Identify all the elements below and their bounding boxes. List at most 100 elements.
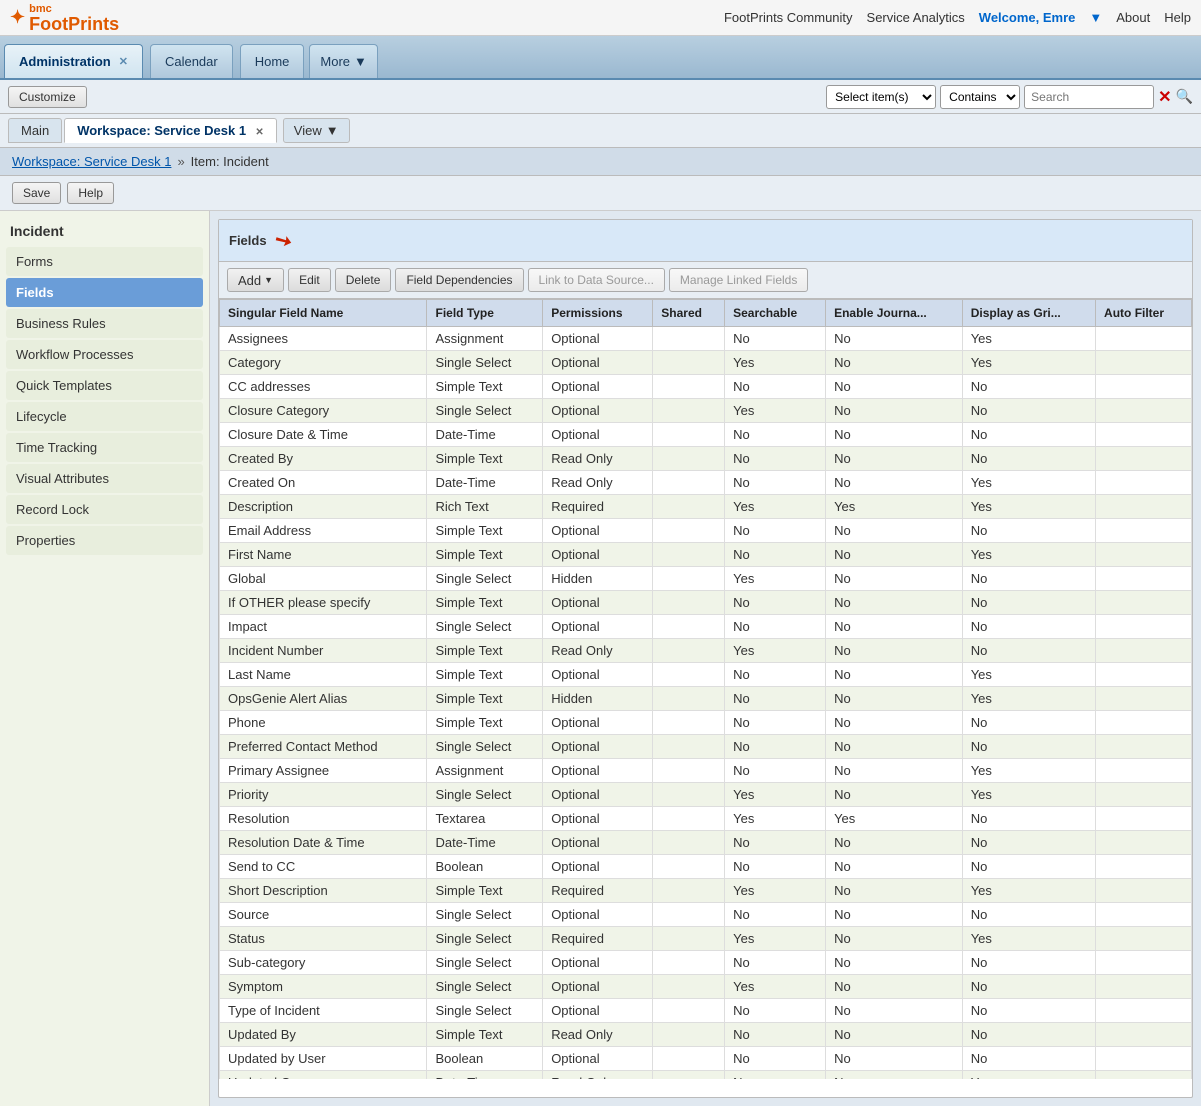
search-clear-button[interactable]: ✕ [1158, 87, 1171, 107]
col-field-name: Singular Field Name [220, 300, 427, 327]
help-button[interactable]: Help [67, 182, 114, 204]
subtab-workspace[interactable]: Workspace: Service Desk 1 ✕ [64, 118, 277, 143]
welcome-link[interactable]: Welcome, Emre [979, 10, 1076, 25]
link-to-ds-button[interactable]: Link to Data Source... [528, 268, 665, 292]
table-row[interactable]: Updated BySimple TextRead OnlyNoNoNo [220, 1023, 1192, 1047]
table-row[interactable]: If OTHER please specifySimple TextOption… [220, 591, 1192, 615]
table-row[interactable]: GlobalSingle SelectHiddenYesNoNo [220, 567, 1192, 591]
tab-home[interactable]: Home [240, 44, 305, 78]
add-dropdown-icon: ▼ [264, 275, 273, 285]
table-row[interactable]: Created OnDate-TimeRead OnlyNoNoYes [220, 471, 1192, 495]
community-link[interactable]: FootPrints Community [724, 10, 853, 25]
table-row[interactable]: SourceSingle SelectOptionalNoNoNo [220, 903, 1192, 927]
table-row[interactable]: Short DescriptionSimple TextRequiredYesN… [220, 879, 1192, 903]
content-toolbar: Add ▼ Edit Delete Field Dependencies Lin… [219, 262, 1192, 299]
table-row[interactable]: Sub-categorySingle SelectOptionalNoNoNo [220, 951, 1192, 975]
col-shared: Shared [653, 300, 725, 327]
table-row[interactable]: SymptomSingle SelectOptionalYesNoNo [220, 975, 1192, 999]
table-row[interactable]: ResolutionTextareaOptionalYesYesNo [220, 807, 1192, 831]
sidebar-item-visual-attributes[interactable]: Visual Attributes [6, 464, 203, 493]
search-area: Select item(s) Contains ✕ 🔍 [826, 85, 1193, 109]
breadcrumb-current: Item: Incident [191, 154, 269, 169]
subtab-close-workspace[interactable]: ✕ [255, 127, 263, 138]
breadcrumb-link[interactable]: Workspace: Service Desk 1 [12, 154, 171, 169]
table-row[interactable]: Incident NumberSimple TextRead OnlyYesNo… [220, 639, 1192, 663]
sidebar-item-lifecycle[interactable]: Lifecycle [6, 402, 203, 431]
help-link[interactable]: Help [1164, 10, 1191, 25]
main-content: Incident FormsFieldsBusiness RulesWorkfl… [0, 211, 1201, 1106]
subtab-main[interactable]: Main [8, 118, 62, 143]
table-row[interactable]: First NameSimple TextOptionalNoNoYes [220, 543, 1192, 567]
sidebar: Incident FormsFieldsBusiness RulesWorkfl… [0, 211, 210, 1106]
tab-bar: Administration ✕ Calendar Home More ▼ [0, 36, 1201, 80]
top-bar: ✦ bmc FootPrints FootPrints Community Se… [0, 0, 1201, 36]
breadcrumb: Workspace: Service Desk 1 » Item: Incide… [0, 148, 1201, 176]
fields-header: Fields ➘ [219, 220, 1192, 262]
delete-button[interactable]: Delete [335, 268, 392, 292]
search-select-dropdown[interactable]: Select item(s) [826, 85, 936, 109]
sidebar-item-properties[interactable]: Properties [6, 526, 203, 555]
table-row[interactable]: Preferred Contact MethodSingle SelectOpt… [220, 735, 1192, 759]
main-toolbar: Customize Select item(s) Contains ✕ 🔍 [0, 80, 1201, 114]
sidebar-item-workflow-processes[interactable]: Workflow Processes [6, 340, 203, 369]
about-link[interactable]: About [1116, 10, 1150, 25]
sidebar-item-quick-templates[interactable]: Quick Templates [6, 371, 203, 400]
col-field-type: Field Type [427, 300, 543, 327]
fields-table-container: Singular Field Name Field Type Permissio… [219, 299, 1192, 1079]
col-permissions: Permissions [543, 300, 653, 327]
arrow-indicator: ➘ [269, 225, 296, 255]
tab-administration[interactable]: Administration ✕ [4, 44, 143, 78]
table-row[interactable]: Email AddressSimple TextOptionalNoNoNo [220, 519, 1192, 543]
sidebar-item-fields[interactable]: Fields [6, 278, 203, 307]
save-button[interactable]: Save [12, 182, 61, 204]
action-bar: Save Help [0, 176, 1201, 211]
table-row[interactable]: Updated OnDate-TimeRead OnlyNoNoYes [220, 1071, 1192, 1080]
table-row[interactable]: PrioritySingle SelectOptionalYesNoYes [220, 783, 1192, 807]
table-row[interactable]: ImpactSingle SelectOptionalNoNoNo [220, 615, 1192, 639]
table-row[interactable]: OpsGenie Alert AliasSimple TextHiddenNoN… [220, 687, 1192, 711]
table-row[interactable]: CC addressesSimple TextOptionalNoNoNo [220, 375, 1192, 399]
table-row[interactable]: Last NameSimple TextOptionalNoNoYes [220, 663, 1192, 687]
welcome-dropdown-icon[interactable]: ▼ [1089, 10, 1102, 25]
analytics-link[interactable]: Service Analytics [867, 10, 965, 25]
sidebar-item-business-rules[interactable]: Business Rules [6, 309, 203, 338]
content-area: Fields ➘ Add ▼ Edit Delete Field Depende… [218, 219, 1193, 1098]
customize-button[interactable]: Customize [8, 86, 87, 108]
contains-dropdown[interactable]: Contains [940, 85, 1020, 109]
sidebar-item-record-lock[interactable]: Record Lock [6, 495, 203, 524]
edit-button[interactable]: Edit [288, 268, 331, 292]
search-go-button[interactable]: 🔍 [1176, 88, 1193, 105]
add-button[interactable]: Add ▼ [227, 268, 284, 292]
table-row[interactable]: Type of IncidentSingle SelectOptionalNoN… [220, 999, 1192, 1023]
table-row[interactable]: Updated by UserBooleanOptionalNoNoNo [220, 1047, 1192, 1071]
fields-title: Fields [229, 233, 267, 248]
logo: ✦ bmc FootPrints [10, 3, 119, 33]
tab-calendar[interactable]: Calendar [150, 44, 233, 78]
table-row[interactable]: Created BySimple TextRead OnlyNoNoNo [220, 447, 1192, 471]
sidebar-title: Incident [6, 217, 203, 247]
table-row[interactable]: Closure CategorySingle SelectOptionalYes… [220, 399, 1192, 423]
tab-close-administration[interactable]: ✕ [119, 55, 128, 68]
table-row[interactable]: DescriptionRich TextRequiredYesYesYes [220, 495, 1192, 519]
sidebar-item-time-tracking[interactable]: Time Tracking [6, 433, 203, 462]
table-row[interactable]: AssigneesAssignmentOptionalNoNoYes [220, 327, 1192, 351]
table-row[interactable]: Closure Date & TimeDate-TimeOptionalNoNo… [220, 423, 1192, 447]
table-row[interactable]: CategorySingle SelectOptionalYesNoYes [220, 351, 1192, 375]
col-searchable: Searchable [725, 300, 826, 327]
manage-linked-button[interactable]: Manage Linked Fields [669, 268, 808, 292]
breadcrumb-separator: » [177, 154, 184, 169]
table-row[interactable]: StatusSingle SelectRequiredYesNoYes [220, 927, 1192, 951]
table-row[interactable]: PhoneSimple TextOptionalNoNoNo [220, 711, 1192, 735]
col-grid: Display as Gri... [962, 300, 1095, 327]
bmc-logo-icon: ✦ [10, 7, 25, 28]
table-row[interactable]: Send to CCBooleanOptionalNoNoNo [220, 855, 1192, 879]
subtab-view[interactable]: View ▼ [283, 118, 350, 143]
search-input[interactable] [1024, 85, 1154, 109]
field-deps-button[interactable]: Field Dependencies [395, 268, 523, 292]
sidebar-item-forms[interactable]: Forms [6, 247, 203, 276]
sub-tab-bar: Main Workspace: Service Desk 1 ✕ View ▼ [0, 114, 1201, 148]
table-row[interactable]: Resolution Date & TimeDate-TimeOptionalN… [220, 831, 1192, 855]
tab-more[interactable]: More ▼ [309, 44, 378, 78]
table-row[interactable]: Primary AssigneeAssignmentOptionalNoNoYe… [220, 759, 1192, 783]
footprints-label: FootPrints [29, 15, 119, 33]
